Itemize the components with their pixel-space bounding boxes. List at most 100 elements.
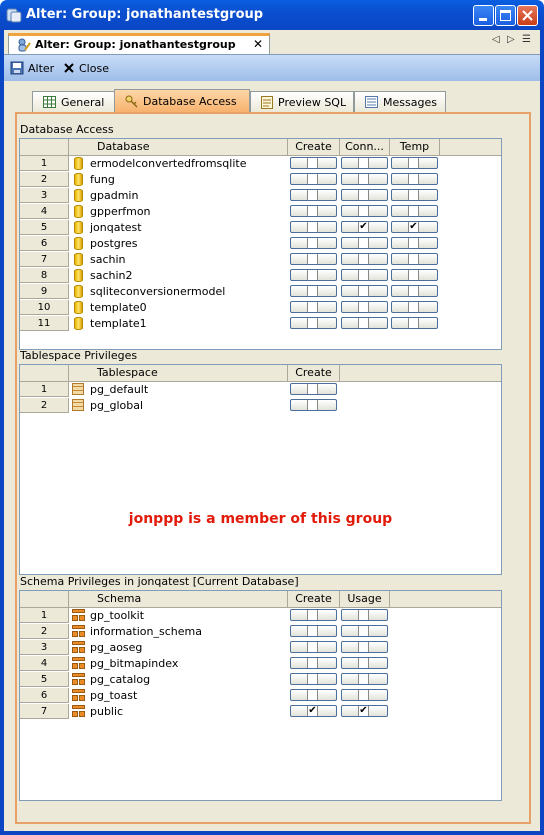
create-checkbox[interactable]	[290, 157, 337, 169]
create-checkbox[interactable]	[290, 205, 337, 217]
temp-checkbox[interactable]	[391, 301, 438, 313]
minimize-button[interactable]	[473, 5, 494, 26]
connect-checkbox[interactable]	[341, 301, 388, 313]
editor-tab[interactable]: Alter: Group: jonathantestgroup ✕	[8, 33, 270, 54]
create-checkbox[interactable]	[290, 383, 337, 395]
table-row[interactable]: 5 jonqatest ✔ ✔	[20, 220, 501, 236]
temp-checkbox[interactable]	[391, 205, 438, 217]
tab-messages[interactable]: Messages	[354, 91, 446, 112]
table-row[interactable]: 6 postgres	[20, 236, 501, 252]
table-row[interactable]: 5 pg_catalog	[20, 672, 501, 688]
table-row[interactable]: 8 sachin2	[20, 268, 501, 284]
temp-checkbox[interactable]	[391, 317, 438, 329]
table-row[interactable]: 2 pg_global	[20, 398, 501, 414]
header-schema[interactable]: Schema	[69, 591, 288, 607]
create-checkbox[interactable]	[290, 221, 337, 233]
connect-checkbox[interactable]	[341, 237, 388, 249]
connect-checkbox[interactable]	[341, 189, 388, 201]
create-checkbox[interactable]	[290, 657, 337, 669]
tab-nav-right-icon[interactable]: ▷	[507, 34, 515, 45]
usage-checkbox[interactable]	[341, 689, 388, 701]
create-checkbox[interactable]	[290, 253, 337, 265]
header-temp[interactable]: Temp	[390, 139, 440, 155]
tablespace-grid[interactable]: Tablespace Create 1 pg_default 2 pg_global …	[19, 364, 502, 575]
usage-checkbox[interactable]	[341, 641, 388, 653]
table-row[interactable]: 2 information_schema	[20, 624, 501, 640]
temp-checkbox[interactable]	[391, 285, 438, 297]
table-row[interactable]: 7 sachin	[20, 252, 501, 268]
editor-tab-close-icon[interactable]: ✕	[253, 37, 263, 51]
usage-checkbox[interactable]: ✔	[341, 705, 388, 717]
create-checkbox[interactable]	[290, 673, 337, 685]
create-checkbox[interactable]	[290, 317, 337, 329]
temp-checkbox[interactable]	[391, 173, 438, 185]
connect-checkbox[interactable]: ✔	[341, 221, 388, 233]
connect-checkbox[interactable]	[341, 253, 388, 265]
connect-checkbox[interactable]	[341, 205, 388, 217]
create-checkbox[interactable]	[290, 269, 337, 281]
alter-button[interactable]: Alter	[10, 59, 54, 77]
create-checkbox[interactable]: ✔	[290, 705, 337, 717]
header-usage[interactable]: Usage	[340, 591, 390, 607]
temp-checkbox[interactable]	[391, 269, 438, 281]
create-checkbox[interactable]	[290, 237, 337, 249]
close-button[interactable]: Close	[63, 59, 109, 77]
table-row[interactable]: 1 ermodelconvertedfromsqlite	[20, 156, 501, 172]
tab-general[interactable]: General	[32, 91, 120, 112]
usage-checkbox[interactable]	[341, 625, 388, 637]
header-database[interactable]: Database	[69, 139, 288, 155]
checkbox-box	[307, 318, 318, 328]
usage-checkbox[interactable]	[341, 609, 388, 621]
create-checkbox[interactable]	[290, 189, 337, 201]
create-checkbox[interactable]	[290, 609, 337, 621]
usage-checkbox[interactable]	[341, 657, 388, 669]
checkbox-box	[358, 174, 369, 184]
tab-preview-sql[interactable]: Preview SQL	[250, 91, 354, 112]
temp-checkbox[interactable]: ✔	[391, 221, 438, 233]
temp-checkbox[interactable]	[391, 237, 438, 249]
table-row[interactable]: 9 sqliteconversionermodel	[20, 284, 501, 300]
create-checkbox[interactable]	[290, 399, 337, 411]
connect-checkbox[interactable]	[341, 285, 388, 297]
table-row[interactable]: 7 public ✔ ✔	[20, 704, 501, 720]
create-checkbox[interactable]	[290, 173, 337, 185]
table-row[interactable]: 3 gpadmin	[20, 188, 501, 204]
header-connect[interactable]: Conn...	[340, 139, 390, 155]
temp-checkbox[interactable]	[391, 157, 438, 169]
table-row[interactable]: 3 pg_aoseg	[20, 640, 501, 656]
table-row[interactable]: 6 pg_toast	[20, 688, 501, 704]
table-row[interactable]: 1 gp_toolkit	[20, 608, 501, 624]
create-checkbox[interactable]	[290, 689, 337, 701]
database-icon	[74, 189, 83, 202]
table-row[interactable]: 11 template1	[20, 316, 501, 332]
table-row[interactable]: 10 template0	[20, 300, 501, 316]
tab-nav-left-icon[interactable]: ◁	[492, 34, 500, 45]
header-create[interactable]: Create	[288, 365, 340, 381]
tab-list-icon[interactable]: ☰	[522, 34, 531, 45]
create-checkbox[interactable]	[290, 301, 337, 313]
header-create[interactable]: Create	[288, 139, 340, 155]
table-row[interactable]: 4 gpperfmon	[20, 204, 501, 220]
close-window-button[interactable]	[517, 5, 538, 26]
connect-checkbox[interactable]	[341, 269, 388, 281]
table-row[interactable]: 2 fung	[20, 172, 501, 188]
table-row[interactable]: 1 pg_default	[20, 382, 501, 398]
database-access-grid[interactable]: Database Create Conn... Temp 1 ermodelcon…	[19, 138, 502, 350]
maximize-button[interactable]	[495, 5, 516, 26]
header-create[interactable]: Create	[288, 591, 340, 607]
temp-checkbox[interactable]	[391, 253, 438, 265]
table-icon	[43, 96, 56, 108]
create-checkbox[interactable]	[290, 641, 337, 653]
create-checkbox[interactable]	[290, 625, 337, 637]
window-title-bar[interactable]: Alter: Group: jonathantestgroup	[0, 0, 544, 30]
temp-checkbox[interactable]	[391, 189, 438, 201]
tab-database-access[interactable]: Database Access	[114, 89, 250, 113]
connect-checkbox[interactable]	[341, 173, 388, 185]
connect-checkbox[interactable]	[341, 157, 388, 169]
connect-checkbox[interactable]	[341, 317, 388, 329]
create-checkbox[interactable]	[290, 285, 337, 297]
usage-checkbox[interactable]	[341, 673, 388, 685]
header-tablespace[interactable]: Tablespace	[69, 365, 288, 381]
schema-grid[interactable]: Schema Create Usage 1 gp_toolkit 2 informat…	[19, 590, 502, 801]
table-row[interactable]: 4 pg_bitmapindex	[20, 656, 501, 672]
